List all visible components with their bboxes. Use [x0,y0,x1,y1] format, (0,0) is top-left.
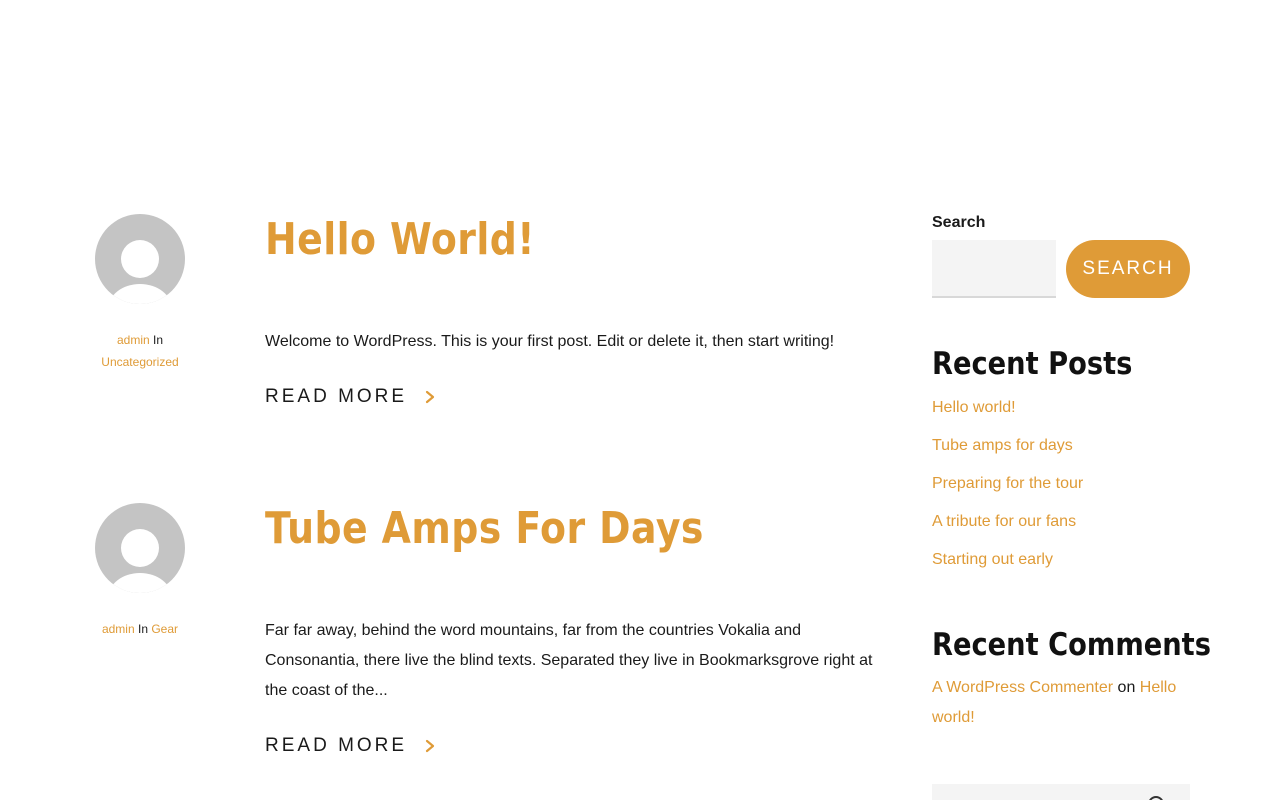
chevron-right-icon [425,739,435,753]
comment-author-link[interactable]: A WordPress Commenter [932,679,1113,696]
post-title[interactable]: Hello World! [265,214,535,265]
search-icon [1148,796,1164,800]
read-more-link[interactable]: READ MORE [265,386,437,408]
post-excerpt: Welcome to WordPress. This is your first… [265,333,835,350]
recent-post-link[interactable]: Preparing for the tour [932,475,1083,492]
recent-posts-title: Recent Posts [932,346,1133,382]
recent-comments-title: Recent Comments [932,627,1211,663]
list-item: Hello world! [932,398,1083,436]
search-label: Search [932,214,986,231]
post-title[interactable]: Tube Amps For Days [265,503,704,554]
author-link[interactable]: admin [117,333,150,347]
read-more-link[interactable]: READ MORE [265,735,437,757]
recent-post-link[interactable]: A tribute for our fans [932,513,1076,530]
category-link[interactable]: Uncategorized [101,355,178,369]
comment-on-label: on [1117,679,1136,696]
meta-in-label: In [137,622,148,636]
recent-post-link[interactable]: Starting out early [932,551,1053,568]
list-item: Starting out early [932,550,1083,588]
read-more-label: READ MORE [265,735,408,756]
search-button[interactable]: SEARCH [1066,240,1190,298]
list-item: Tube amps for days [932,436,1083,474]
sidebar-widget-box [932,784,1190,800]
recent-posts-list: Hello world! Tube amps for days Preparin… [932,398,1083,588]
chevron-right-icon [425,390,435,404]
post-meta: admin In Uncategorized [70,329,210,373]
meta-in-label: In [153,333,164,347]
read-more-label: READ MORE [265,386,408,407]
author-link[interactable]: admin [102,622,135,636]
recent-comment-item: A WordPress Commenter on Hello world! [932,673,1190,733]
category-link[interactable]: Gear [151,622,178,636]
author-avatar-icon [95,214,185,304]
list-item: Preparing for the tour [932,474,1083,512]
recent-post-link[interactable]: Tube amps for days [932,437,1073,454]
post-excerpt: Far far away, behind the word mountains,… [265,622,873,699]
post-meta: admin In Gear [70,618,210,640]
recent-post-link[interactable]: Hello world! [932,399,1016,416]
search-input[interactable] [932,240,1056,298]
list-item: A tribute for our fans [932,512,1083,550]
author-avatar-icon [95,503,185,593]
